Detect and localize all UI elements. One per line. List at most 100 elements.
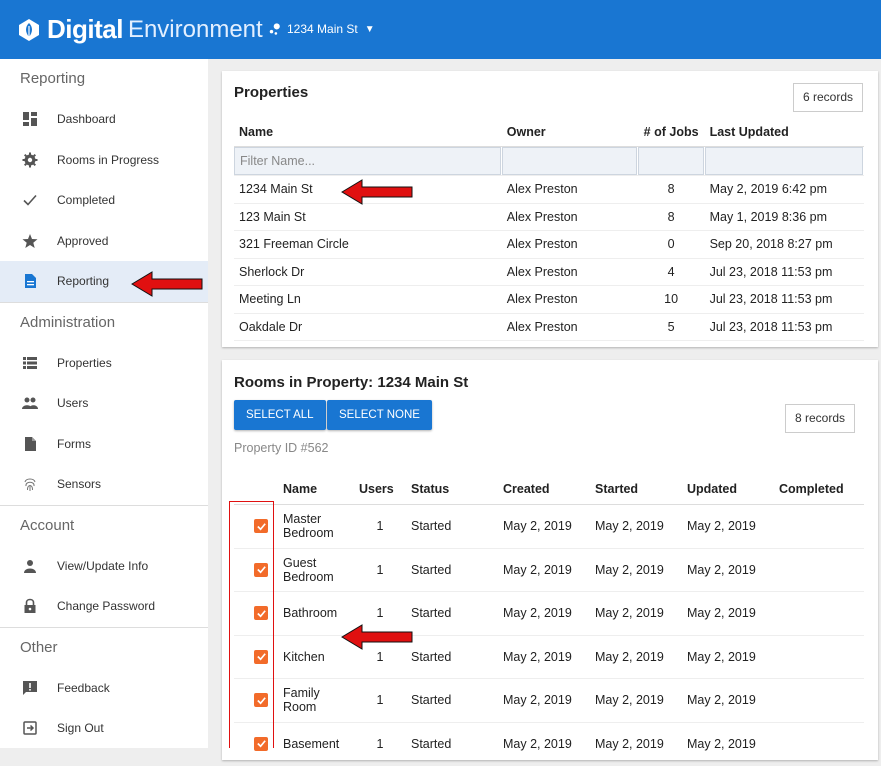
cell-created: May 2, 2019 (498, 635, 590, 679)
sidebar-item-label: Sensors (57, 477, 102, 492)
column-header-last-updated[interactable]: Last Updated (704, 118, 864, 147)
table-row[interactable]: Master Bedroom 1 Started May 2, 2019 May… (234, 504, 864, 549)
column-header-jobs[interactable]: # of Jobs (637, 118, 705, 147)
caret-down-icon: ▼ (364, 23, 375, 35)
sidebar-item-approved[interactable]: Approved (0, 221, 208, 262)
gear-icon (22, 152, 38, 168)
cell-completed (774, 722, 864, 766)
filter-owner-input[interactable] (502, 147, 638, 175)
sidebar-item-dashboard[interactable]: Dashboard (0, 99, 208, 140)
annotation-highlight-box (229, 501, 274, 748)
cell-status: Started (406, 722, 498, 766)
column-header-updated[interactable]: Updated (682, 474, 774, 505)
cell-jobs: 0 (637, 230, 705, 259)
cell-updated: May 2, 2019 (682, 591, 774, 636)
sidebar-item-sign-out[interactable]: Sign Out (0, 708, 208, 749)
property-selector[interactable]: 1234 Main St ▼ (268, 22, 375, 36)
cell-name: Sherlock Dr (234, 258, 502, 286)
sidebar-item-label: Dashboard (57, 112, 116, 127)
cell-completed (774, 591, 864, 636)
table-row[interactable]: 321 Freeman Circle Alex Preston 0 Sep 20… (234, 230, 864, 259)
sidebar-item-label: Approved (57, 233, 109, 248)
cell-updated: May 2, 2019 (682, 548, 774, 592)
properties-table: Name Owner # of Jobs Last Updated 1234 M… (234, 118, 864, 341)
table-row[interactable]: Bathroom 1 Started May 2, 2019 May 2, 20… (234, 591, 864, 636)
brand-name-light: Environment (127, 15, 263, 43)
filter-jobs-input[interactable] (638, 147, 705, 175)
column-header-name[interactable]: Name (234, 118, 502, 147)
sidebar-item-rooms-in-progress[interactable]: Rooms in Progress (0, 140, 208, 181)
sidebar-item-sensors[interactable]: Sensors (0, 464, 208, 505)
sidebar-item-label: Rooms in Progress (57, 152, 160, 167)
table-row[interactable]: Meeting Ln Alex Preston 10 Jul 23, 2018 … (234, 285, 864, 314)
table-row[interactable]: Kitchen 1 Started May 2, 2019 May 2, 201… (234, 635, 864, 679)
cell-name: Basement (278, 722, 354, 766)
cell-jobs: 4 (637, 258, 705, 286)
rooms-record-count: 8 records (785, 404, 856, 433)
column-header-started[interactable]: Started (590, 474, 682, 505)
cell-name: 321 Freeman Circle (234, 230, 502, 259)
top-app-bar: Digital Environment 1234 Main St ▼ (0, 0, 881, 59)
property-selector-label: 1234 Main St (287, 22, 358, 36)
table-row[interactable]: Oakdale Dr Alex Preston 5 Jul 23, 2018 1… (234, 313, 864, 341)
cell-owner: Alex Preston (501, 258, 638, 286)
table-row[interactable]: 123 Main St Alex Preston 8 May 1, 2019 8… (234, 203, 864, 231)
cell-owner: Alex Preston (501, 203, 638, 231)
sidebar-item-feedback[interactable]: Feedback (0, 668, 208, 709)
cell-last-updated: Sep 20, 2018 8:27 pm (704, 230, 864, 259)
cell-name: Family Room (278, 678, 354, 723)
column-header-select (234, 474, 278, 505)
cell-updated: May 2, 2019 (682, 635, 774, 679)
sidebar-section-account: Account (0, 504, 208, 546)
document-icon (22, 273, 38, 289)
sidebar-item-users[interactable]: Users (0, 383, 208, 424)
column-header-status[interactable]: Status (406, 474, 498, 505)
cell-completed (774, 678, 864, 723)
cell-started: May 2, 2019 (590, 591, 682, 636)
cell-updated: May 2, 2019 (682, 722, 774, 766)
cell-created: May 2, 2019 (498, 722, 590, 766)
select-all-button[interactable]: SELECT ALL (234, 400, 326, 430)
column-header-name[interactable]: Name (278, 474, 354, 505)
table-row[interactable]: Guest Bedroom 1 Started May 2, 2019 May … (234, 548, 864, 592)
sidebar-item-label: Change Password (57, 599, 156, 614)
brand-logo[interactable]: Digital Environment (17, 14, 263, 45)
sidebar-item-completed[interactable]: Completed (0, 180, 208, 221)
column-header-completed[interactable]: Completed (774, 474, 864, 505)
cell-jobs: 8 (637, 203, 705, 231)
filter-cell (704, 146, 864, 176)
filter-updated-input[interactable] (705, 147, 863, 175)
cell-users: 1 (354, 722, 406, 766)
check-icon (22, 192, 38, 208)
cell-last-updated: Jul 23, 2018 11:53 pm (704, 313, 864, 341)
star-icon (22, 233, 38, 249)
cell-updated: May 2, 2019 (682, 678, 774, 723)
table-row[interactable]: Basement 1 Started May 2, 2019 May 2, 20… (234, 722, 864, 766)
column-header-users[interactable]: Users (354, 474, 406, 505)
filter-name-input[interactable] (234, 147, 502, 175)
list-icon (22, 355, 38, 371)
cell-name: Guest Bedroom (278, 548, 354, 592)
column-header-created[interactable]: Created (498, 474, 590, 505)
sidebar-item-change-password[interactable]: Change Password (0, 586, 208, 627)
cell-completed (774, 504, 864, 549)
cell-name: 123 Main St (234, 203, 502, 231)
table-row[interactable]: 1234 Main St Alex Preston 8 May 2, 2019 … (234, 175, 864, 204)
sidebar-item-properties[interactable]: Properties (0, 343, 208, 384)
table-row[interactable]: Sherlock Dr Alex Preston 4 Jul 23, 2018 … (234, 258, 864, 286)
sidebar-item-view-update-info[interactable]: View/Update Info (0, 546, 208, 587)
table-row[interactable]: Family Room 1 Started May 2, 2019 May 2,… (234, 678, 864, 723)
cell-last-updated: May 2, 2019 6:42 pm (704, 175, 864, 204)
dashboard-icon (22, 111, 38, 127)
select-none-button[interactable]: SELECT NONE (327, 400, 432, 430)
annotation-arrow-left-icon (131, 271, 203, 297)
cell-created: May 2, 2019 (498, 591, 590, 636)
cell-users: 1 (354, 678, 406, 723)
rooms-title: Rooms in Property: 1234 Main St (234, 374, 469, 391)
cell-owner: Alex Preston (501, 285, 638, 314)
properties-record-count: 6 records (793, 83, 864, 112)
sidebar-item-forms[interactable]: Forms (0, 424, 208, 465)
cell-started: May 2, 2019 (590, 678, 682, 723)
cell-completed (774, 548, 864, 592)
column-header-owner[interactable]: Owner (501, 118, 638, 147)
